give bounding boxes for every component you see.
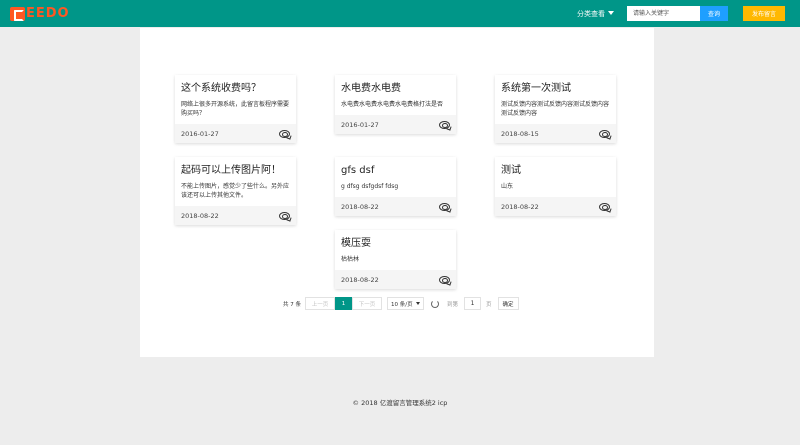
- site-logo[interactable]: EEDO: [10, 6, 70, 21]
- goto-confirm-button[interactable]: 确定: [497, 297, 519, 310]
- comment-icon[interactable]: [439, 120, 450, 129]
- card-body: 不能上传图片，感觉少了些什么。另外应该还可以上传其他文件。: [181, 183, 290, 199]
- pagination: 共 7 条 上一页 1 下一页 10 条/页 到第 页 确定: [283, 297, 519, 310]
- logo-text: EEDO: [26, 6, 70, 21]
- pagination-total: 共 7 条: [283, 301, 301, 308]
- logo-icon: [10, 6, 25, 21]
- site-footer: © 2018 亿渡留言管理系统2 icp: [352, 399, 448, 407]
- card-footer: 2018-08-22: [175, 206, 296, 225]
- card-body: g dfsg dsfgdsf fdsg: [341, 183, 399, 190]
- card-footer: 2018-08-15: [495, 124, 616, 143]
- card-title: 起码可以上传图片阿！: [181, 165, 281, 176]
- card-body: 水电费水电费水电费水电费格打法是否: [341, 101, 444, 108]
- card-title: 模压耍: [341, 238, 371, 249]
- current-page-button[interactable]: 1: [335, 297, 352, 310]
- comment-icon[interactable]: [279, 211, 290, 220]
- page-size-value: 10 条/页: [391, 301, 413, 308]
- refresh-icon[interactable]: [431, 299, 439, 308]
- card-body: 测试反馈内容测试反馈内容测试反馈内容测试反馈内容: [501, 101, 610, 117]
- card-body: 枯枯林: [341, 256, 360, 263]
- card-date: 2018-08-15: [501, 129, 539, 138]
- page-number-input[interactable]: [464, 297, 482, 310]
- top-navbar: EEDO 分类查看 查询 发布留言: [0, 0, 800, 27]
- card-title: 水电费水电费: [341, 83, 401, 94]
- card-body: 山东: [501, 183, 514, 190]
- page-size-select[interactable]: 10 条/页: [387, 297, 424, 310]
- card-date: 2018-08-22: [181, 211, 219, 220]
- category-label: 分类查看: [577, 10, 605, 18]
- card-footer: 2018-08-22: [335, 197, 456, 216]
- card-date: 2016-01-27: [181, 129, 219, 138]
- comment-icon[interactable]: [439, 202, 450, 211]
- post-message-button[interactable]: 发布留言: [743, 6, 785, 21]
- message-card[interactable]: gfs dsf g dfsg dsfgdsf fdsg 2018-08-22: [335, 157, 456, 216]
- message-card[interactable]: 起码可以上传图片阿！ 不能上传图片，感觉少了些什么。另外应该还可以上传其他文件。…: [175, 157, 296, 225]
- card-title: gfs dsf: [341, 165, 375, 176]
- card-date: 2018-08-22: [501, 202, 539, 211]
- comment-icon[interactable]: [599, 129, 610, 138]
- comment-icon[interactable]: [279, 129, 290, 138]
- message-card[interactable]: 测试 山东 2018-08-22: [495, 157, 616, 216]
- next-page-button[interactable]: 下一页: [352, 297, 382, 310]
- card-footer: 2018-08-22: [335, 270, 456, 289]
- card-body: 网络上很多开源系统，此留言板程序需要购买吗？: [181, 101, 290, 117]
- card-date: 2018-08-22: [341, 202, 379, 211]
- caret-down-icon: [608, 11, 614, 15]
- goto-label: 到第: [447, 301, 459, 308]
- category-dropdown[interactable]: 分类查看: [577, 9, 614, 19]
- search-button[interactable]: 查询: [700, 6, 728, 21]
- card-footer: 2018-08-22: [495, 197, 616, 216]
- card-date: 2016-01-27: [341, 120, 379, 129]
- message-card[interactable]: 系统第一次测试 测试反馈内容测试反馈内容测试反馈内容测试反馈内容 2018-08…: [495, 75, 616, 143]
- comment-icon[interactable]: [599, 202, 610, 211]
- card-date: 2018-08-22: [341, 275, 379, 284]
- card-footer: 2016-01-27: [335, 115, 456, 134]
- card-footer: 2016-01-27: [175, 124, 296, 143]
- card-title: 这个系统收费吗？: [181, 83, 261, 94]
- page-unit-label: 页: [486, 301, 492, 308]
- card-title: 测试: [501, 165, 521, 176]
- caret-down-icon: [415, 302, 420, 305]
- prev-page-button[interactable]: 上一页: [305, 297, 335, 310]
- message-card[interactable]: 这个系统收费吗？ 网络上很多开源系统，此留言板程序需要购买吗？ 2016-01-…: [175, 75, 296, 143]
- comment-icon[interactable]: [439, 275, 450, 284]
- message-card[interactable]: 水电费水电费 水电费水电费水电费水电费格打法是否 2016-01-27: [335, 75, 456, 134]
- card-title: 系统第一次测试: [501, 83, 571, 94]
- search-input[interactable]: [627, 6, 700, 21]
- message-card[interactable]: 模压耍 枯枯林 2018-08-22: [335, 230, 456, 289]
